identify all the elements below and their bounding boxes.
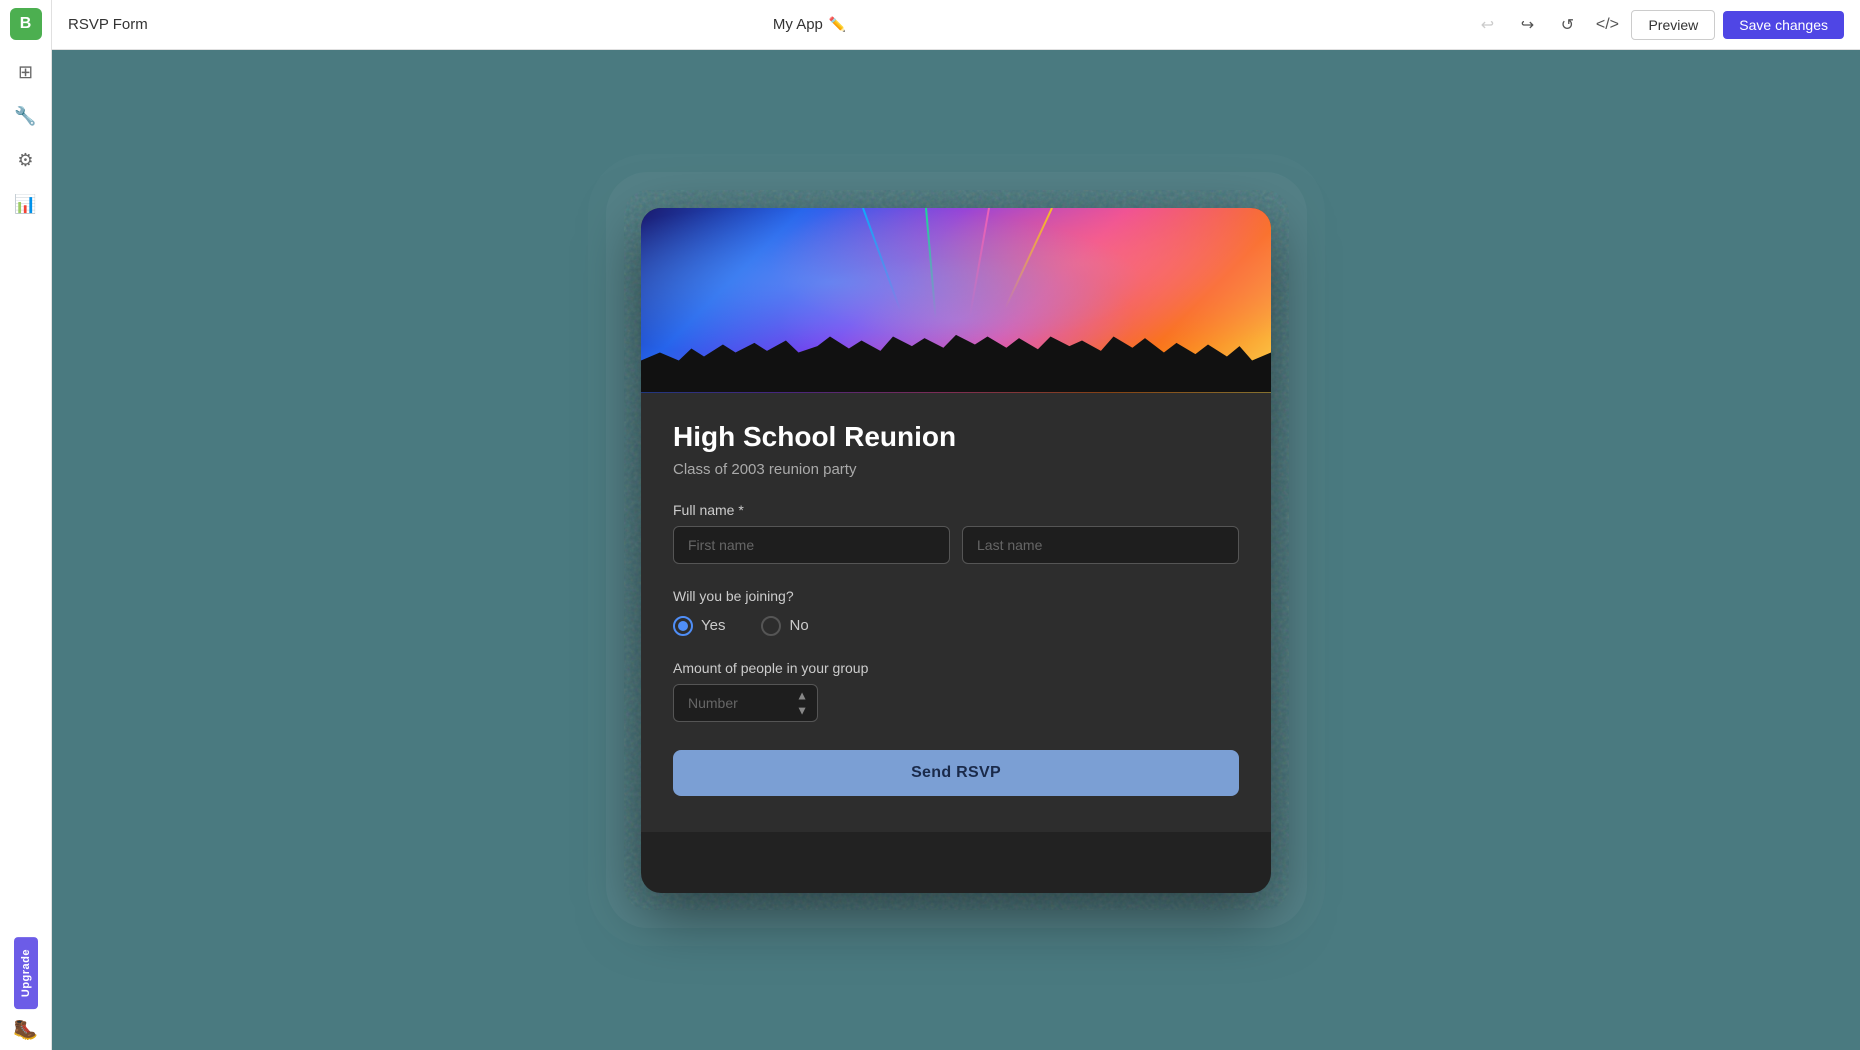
edit-app-name-button[interactable]: ✏️ xyxy=(829,16,846,33)
first-name-input[interactable] xyxy=(673,526,950,564)
sidebar-item-analytics[interactable]: 📊 xyxy=(6,184,46,224)
topbar-actions: ↩ ↪ ↺ </> Preview Save changes xyxy=(1471,9,1844,41)
send-rsvp-button[interactable]: Send RSVP xyxy=(673,750,1239,796)
no-label: No xyxy=(789,617,808,634)
redo-button[interactable]: ↪ xyxy=(1511,9,1543,41)
app-logo[interactable]: B xyxy=(10,8,42,40)
save-button[interactable]: Save changes xyxy=(1723,11,1844,39)
topbar-center: My App ✏️ xyxy=(160,16,1460,33)
sidebar: B ⊞ 🔧 ⚙ 📊 Upgrade 🥾 xyxy=(0,0,52,1050)
form-subtitle: Class of 2003 reunion party xyxy=(673,461,1239,478)
name-row xyxy=(673,526,1239,564)
number-select[interactable]: Number 1 2 3 4 5+ xyxy=(673,684,818,722)
yes-radio[interactable] xyxy=(673,616,693,636)
undo-button[interactable]: ↩ xyxy=(1471,9,1503,41)
app-name: My App xyxy=(773,16,823,33)
joining-label: Will you be joining? xyxy=(673,588,1239,604)
canvas: High School Reunion Class of 2003 reunio… xyxy=(52,50,1860,1050)
radio-row: Yes No xyxy=(673,616,1239,636)
group-label: Amount of people in your group xyxy=(673,660,1239,676)
page-title: RSVP Form xyxy=(68,16,148,33)
no-option[interactable]: No xyxy=(761,616,808,636)
number-select-wrapper: Number 1 2 3 4 5+ ▲ ▼ xyxy=(673,684,818,722)
form-area: High School Reunion Class of 2003 reunio… xyxy=(641,393,1271,832)
upgrade-button[interactable]: Upgrade xyxy=(14,937,38,1009)
sidebar-item-settings[interactable]: ⚙ xyxy=(6,140,46,180)
full-name-label: Full name * xyxy=(673,502,1239,518)
restore-button[interactable]: ↺ xyxy=(1551,9,1583,41)
device-outer: High School Reunion Class of 2003 reunio… xyxy=(624,190,1289,910)
boot-icon: 🥾 xyxy=(13,1017,38,1042)
yes-option[interactable]: Yes xyxy=(673,616,725,636)
form-title: High School Reunion xyxy=(673,421,1239,453)
main-area: RSVP Form My App ✏️ ↩ ↪ ↺ </> Preview Sa… xyxy=(52,0,1860,1050)
preview-button[interactable]: Preview xyxy=(1631,10,1715,40)
sidebar-item-grid[interactable]: ⊞ xyxy=(6,52,46,92)
device-frame: High School Reunion Class of 2003 reunio… xyxy=(641,208,1271,893)
topbar: RSVP Form My App ✏️ ↩ ↪ ↺ </> Preview Sa… xyxy=(52,0,1860,50)
yes-label: Yes xyxy=(701,617,725,634)
sidebar-item-tools[interactable]: 🔧 xyxy=(6,96,46,136)
last-name-input[interactable] xyxy=(962,526,1239,564)
no-radio[interactable] xyxy=(761,616,781,636)
concert-image xyxy=(641,208,1271,393)
code-button[interactable]: </> xyxy=(1591,9,1623,41)
